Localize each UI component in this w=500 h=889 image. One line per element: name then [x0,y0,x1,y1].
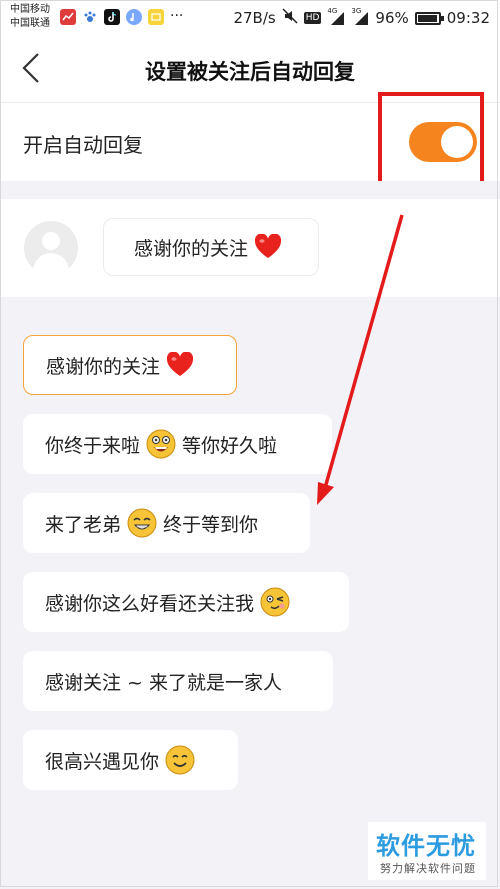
annotation-arrow [317,214,404,505]
watermark: 软件无忧 努力解决软件问题 [368,822,486,880]
watermark-title: 软件无忧 [376,832,476,860]
watermark-subtitle: 努力解决软件问题 [380,862,476,875]
